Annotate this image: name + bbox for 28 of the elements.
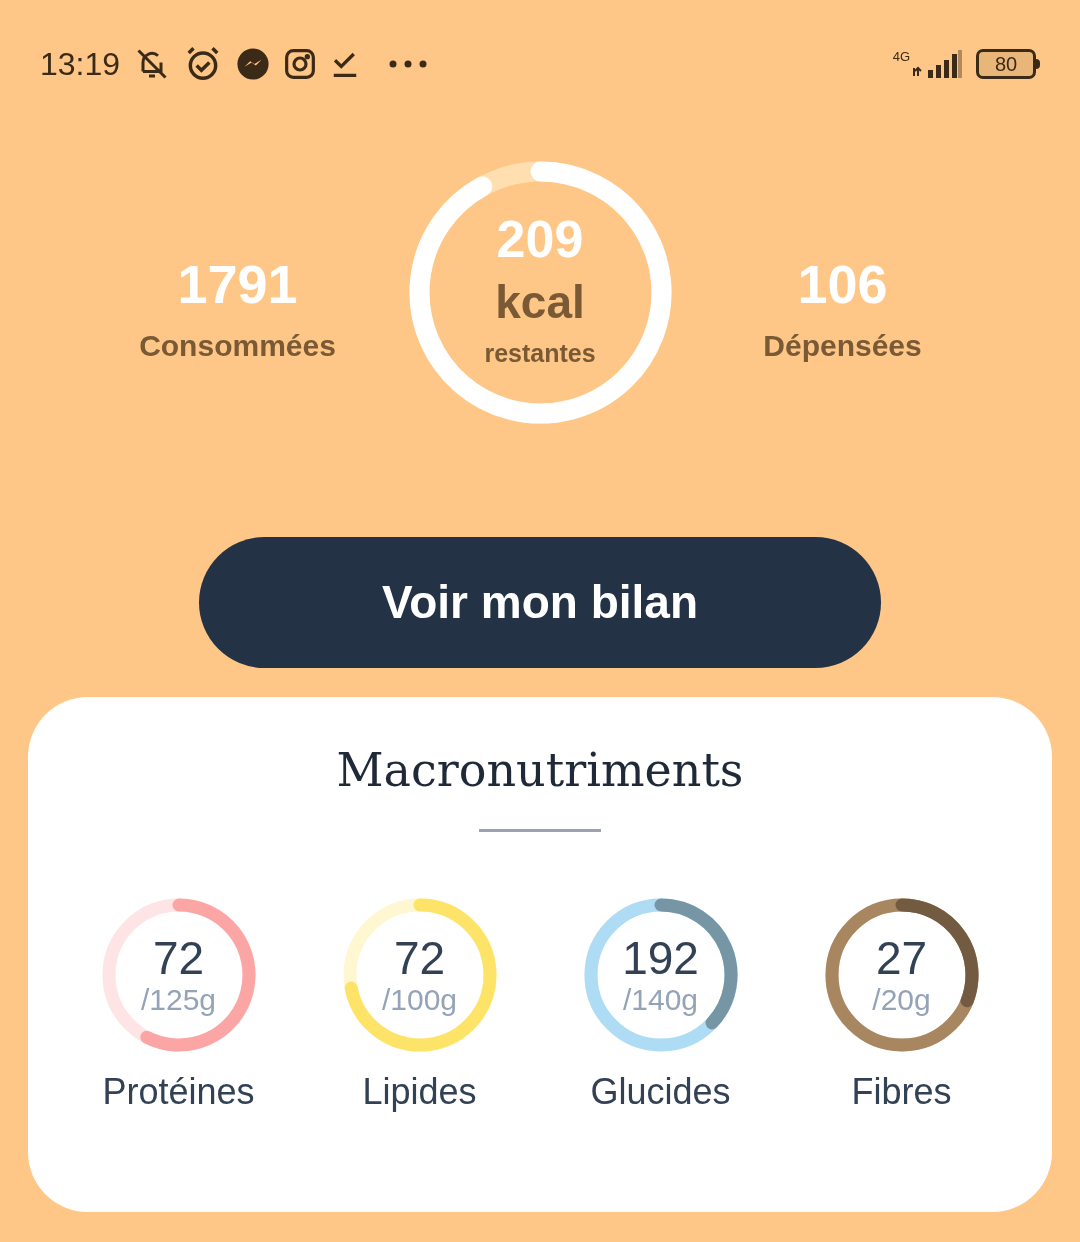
remaining-value: 209 — [496, 212, 584, 265]
more-icon — [388, 59, 429, 69]
network-type: 4G — [892, 50, 910, 63]
macro-target: /100g — [381, 985, 458, 1015]
camera-icon — [284, 48, 317, 80]
macro-value: 192 — [622, 935, 699, 981]
signal-icon — [912, 50, 962, 78]
calorie-unit: kcal — [495, 278, 585, 325]
battery-level: 80 — [994, 54, 1018, 74]
macro-value: 27 — [875, 935, 928, 981]
macro-value: 72 — [393, 935, 446, 981]
burned-label: Dépensées — [763, 328, 922, 364]
summary-button[interactable]: Voir mon bilan — [199, 537, 881, 668]
consumed-value: 1791 — [177, 257, 298, 311]
macro-label: Lipides — [362, 1074, 477, 1110]
macro-value: 72 — [152, 935, 205, 981]
remaining-label: restantes — [484, 337, 596, 369]
messenger-icon — [236, 47, 271, 81]
card-title: Macronutriments — [336, 747, 744, 793]
macro-target: /125g — [140, 985, 217, 1015]
macro-target: /140g — [622, 985, 699, 1015]
status-time: 13:19 — [40, 45, 121, 84]
consumed-label: Consommées — [139, 328, 336, 364]
burned-value: 106 — [797, 257, 888, 311]
macro-label: Glucides — [590, 1074, 731, 1110]
macro-target: /20g — [872, 985, 931, 1015]
macro-label: Protéines — [102, 1074, 255, 1110]
macro-label: Fibres — [851, 1074, 952, 1110]
